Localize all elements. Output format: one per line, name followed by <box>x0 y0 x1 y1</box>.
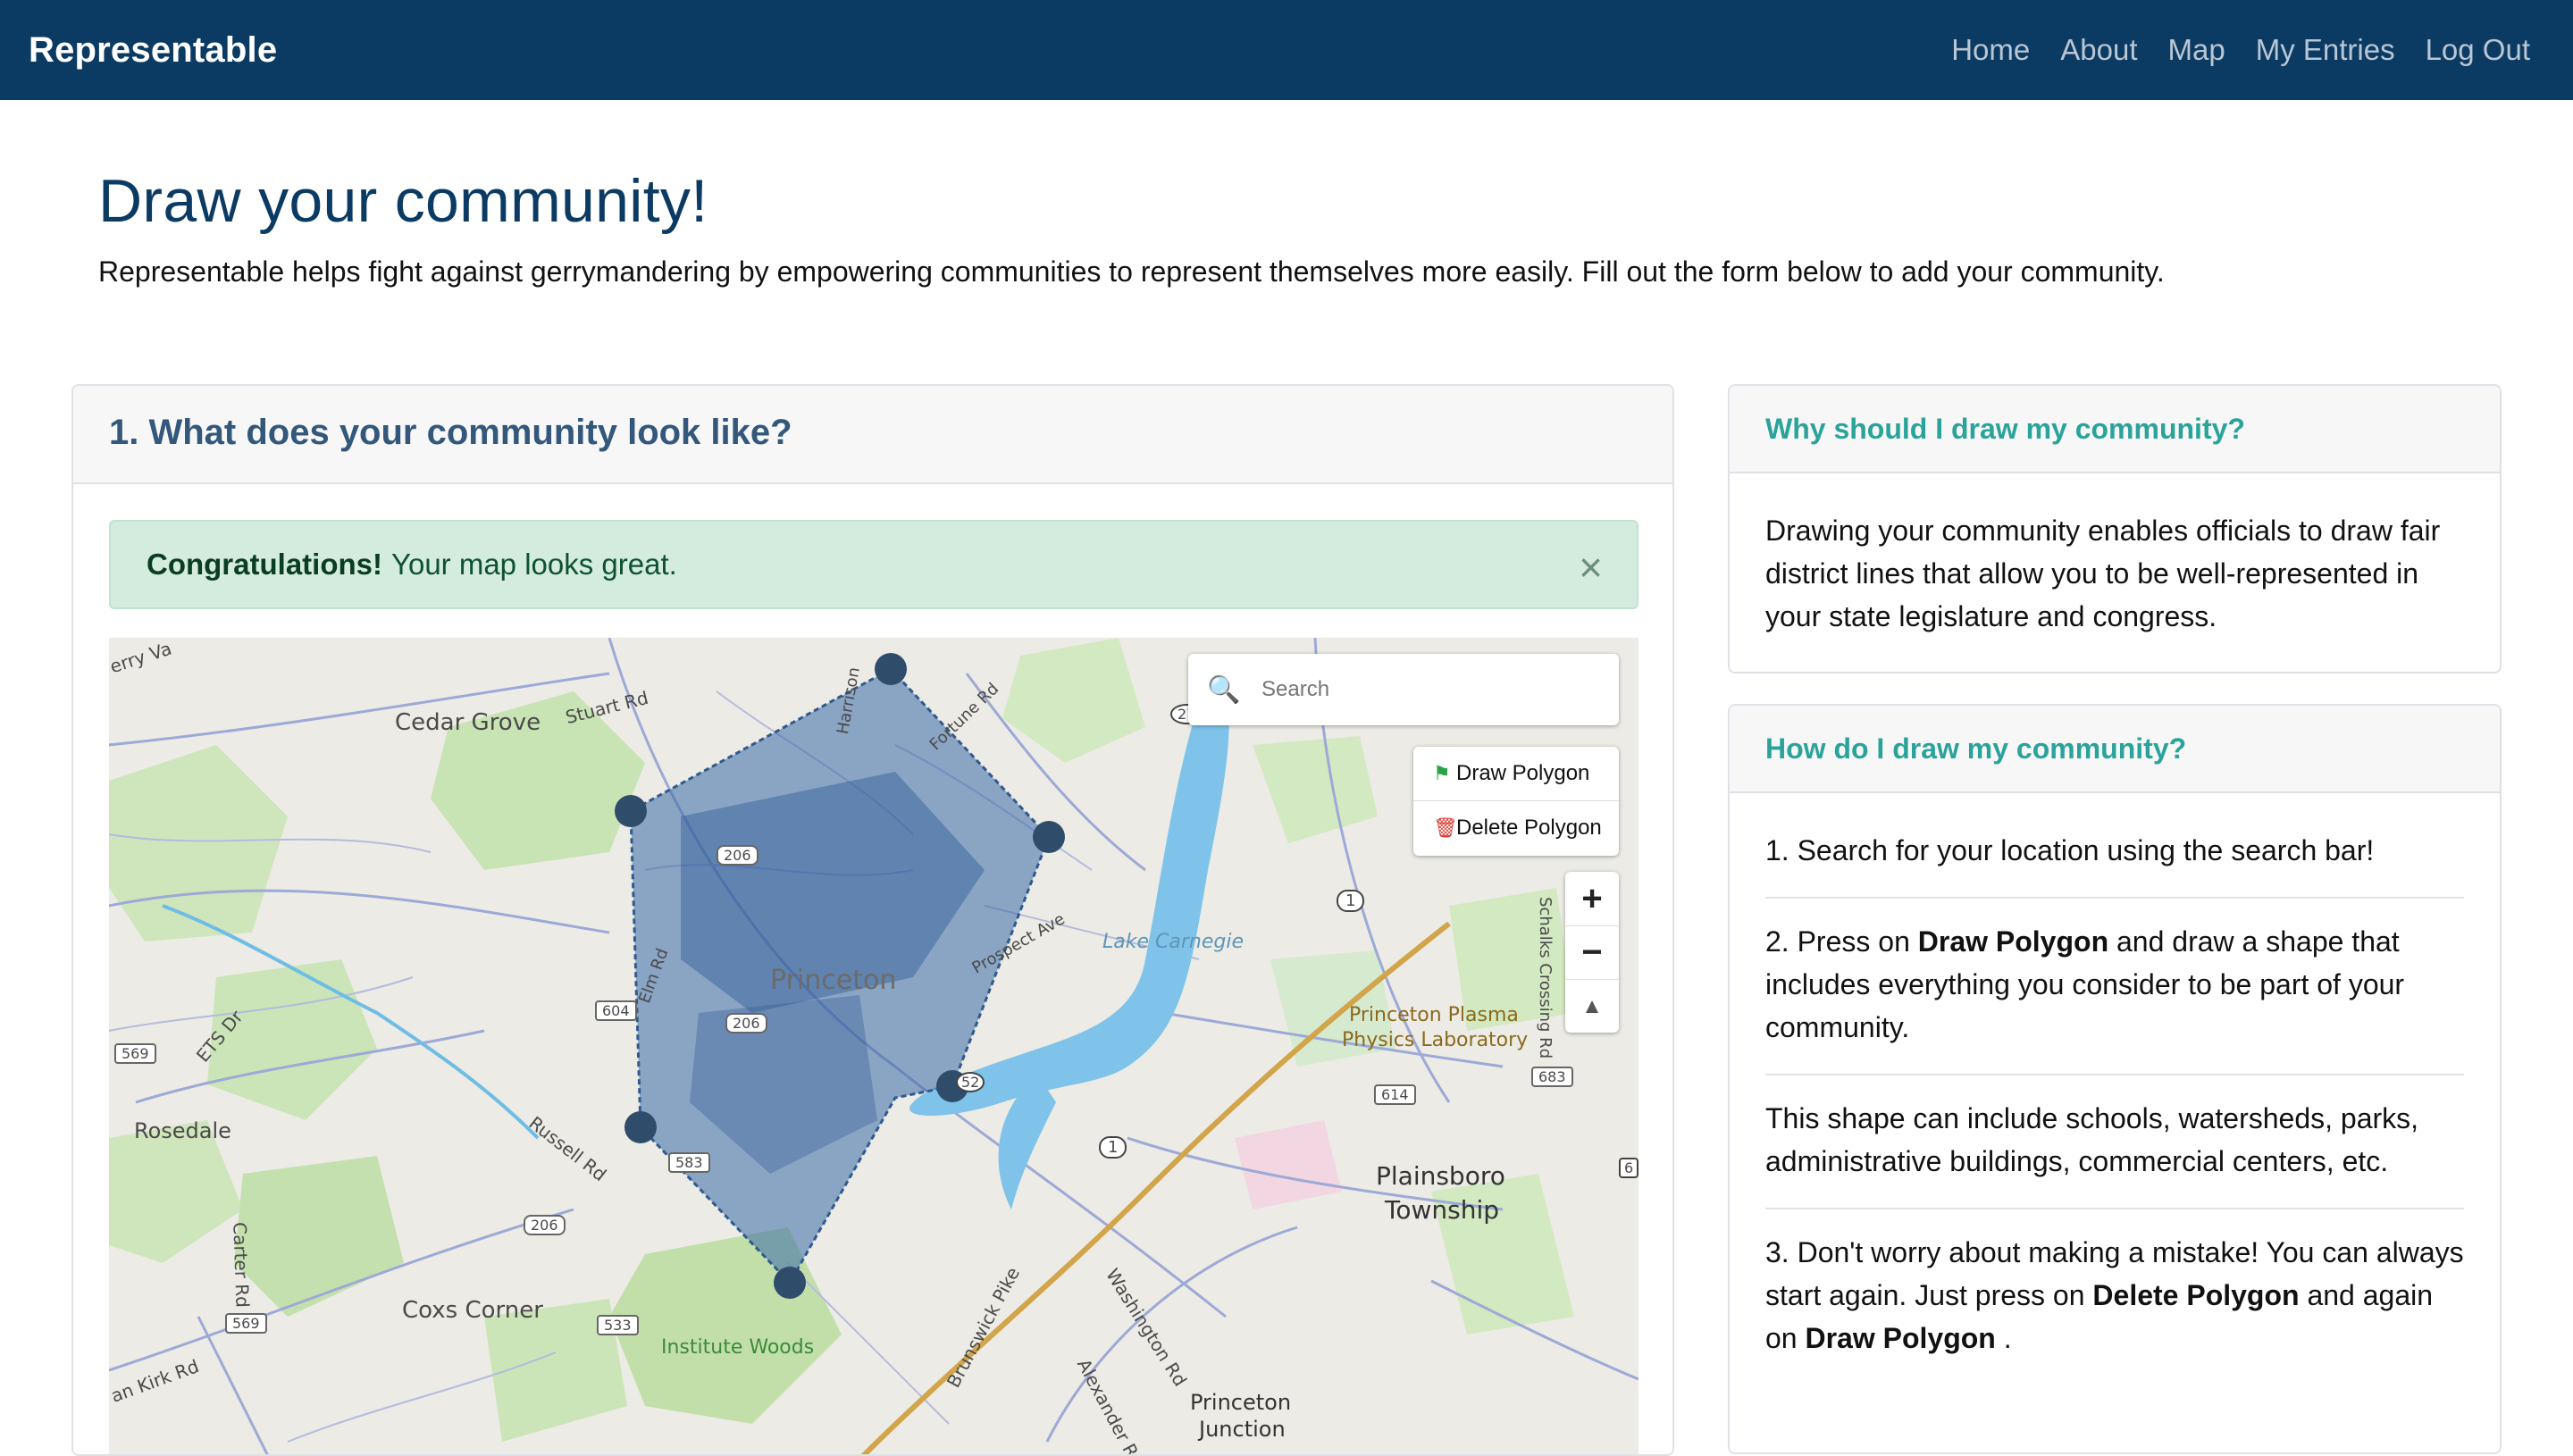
nav-my-entries-link[interactable]: My Entries <box>2256 33 2395 67</box>
route-shield-683: 683 <box>1531 1067 1573 1087</box>
map-label-plasma-lab-line1: Princeton Plasma <box>1349 1004 1519 1026</box>
route-shield-583: 583 <box>668 1152 710 1173</box>
route-shield-569: 569 <box>114 1043 156 1064</box>
why-draw-card-title: Why should I draw my community? <box>1765 412 2245 445</box>
draw-polygon-button[interactable]: ⚑ Draw Polygon <box>1413 747 1619 800</box>
step-2-draw-polygon-ref: Draw Polygon <box>1917 925 2109 958</box>
compass-icon[interactable]: ▲ <box>1565 979 1619 1033</box>
map-label-schalks-crossing-rd: Schalks Crossing Rd <box>1536 897 1555 1059</box>
map-label-cedar-grove: Cedar Grove <box>395 709 541 736</box>
route-shield-569: 569 <box>225 1313 267 1334</box>
map-label-rosedale: Rosedale <box>134 1118 231 1143</box>
how-draw-card-title: How do I draw my community? <box>1765 732 2187 765</box>
page-subtitle: Representable helps fight against gerrym… <box>98 255 2165 288</box>
route-shield-604: 604 <box>595 1000 637 1021</box>
success-alert: Congratulations! Your map looks great. × <box>109 520 1639 609</box>
step-2-text-a: 2. Press on <box>1765 925 1918 958</box>
community-map-card-title: 1. What does your community look like? <box>109 413 792 452</box>
step-3-text-e: . <box>1995 1322 2012 1354</box>
page-title: Draw your community! <box>98 167 708 235</box>
instruction-step-2: 2. Press on Draw Polygon and draw a shap… <box>1765 899 2464 1075</box>
zoom-in-button[interactable]: + <box>1565 872 1619 925</box>
alert-text: Your map looks great. <box>390 548 677 581</box>
step-1-text: 1. Search for your location using the se… <box>1765 834 2375 866</box>
route-shield-533: 533 <box>597 1315 639 1335</box>
top-navbar: Representable Home About Map My Entries … <box>0 0 2573 100</box>
route-shield-206: 206 <box>717 845 758 866</box>
community-map-card: 1. What does your community look like? C… <box>71 384 1674 1456</box>
draw-polygon-label: Draw Polygon <box>1456 761 1590 785</box>
map-label-lake-carnegie: Lake Carnegie <box>1102 931 1244 953</box>
alert-strong: Congratulations! <box>147 548 382 581</box>
map-label-plainsboro-line1: Plainsboro <box>1376 1161 1505 1191</box>
nav-links: Home About Map My Entries Log Out <box>1951 33 2530 67</box>
map-label-carter-rd: Carter Rd <box>229 1221 254 1309</box>
nav-map-link[interactable]: Map <box>2168 33 2225 67</box>
nav-log-out-link[interactable]: Log Out <box>2426 33 2530 67</box>
route-shield-us1: 1 <box>1337 890 1365 912</box>
how-draw-card-body: 1. Search for your location using the se… <box>1730 793 2500 1385</box>
step-3-draw-polygon-ref: Draw Polygon <box>1805 1322 1996 1354</box>
nav-about-link[interactable]: About <box>2060 33 2137 67</box>
map-label-institute-woods: Institute Woods <box>661 1336 815 1359</box>
step-3-delete-polygon-ref: Delete Polygon <box>2092 1279 2300 1311</box>
instruction-note: This shape can include schools, watershe… <box>1765 1075 2464 1209</box>
map-label-plasma-lab-line2: Physics Laboratory <box>1342 1029 1529 1051</box>
draw-controls: ⚑ Draw Polygon 🗑 Delete Polygon <box>1413 747 1619 856</box>
map-label-princeton: Princeton <box>770 965 897 996</box>
why-draw-card-body: Drawing your community enables officials… <box>1765 515 2441 632</box>
route-shield-edge: 6 <box>1619 1158 1639 1178</box>
nav-home-link[interactable]: Home <box>1951 33 2030 67</box>
community-map[interactable]: Cedar Grove Stuart Rd Princeton Rosedale… <box>109 638 1639 1454</box>
map-label-princeton-junction-line2: Junction <box>1199 1417 1286 1442</box>
flag-icon: ⚑ <box>1433 762 1451 784</box>
map-search-box: 🔍 <box>1188 654 1619 725</box>
route-shield-206: 206 <box>725 1013 767 1033</box>
alert-close-button[interactable]: × <box>1579 543 1603 591</box>
brand-logo[interactable]: Representable <box>29 30 277 71</box>
trash-icon: 🗑 <box>1433 816 1458 839</box>
map-label-plainsboro-line2: Township <box>1385 1195 1500 1225</box>
zoom-controls: + − ▲ <box>1565 872 1619 1033</box>
route-shield-206: 206 <box>524 1215 566 1235</box>
delete-polygon-button[interactable]: 🗑 Delete Polygon <box>1413 800 1619 854</box>
map-label-princeton-junction-line1: Princeton <box>1190 1390 1292 1415</box>
delete-polygon-label: Delete Polygon <box>1456 815 1602 840</box>
community-map-card-header: 1. What does your community look like? <box>73 386 1672 484</box>
route-shield-614: 614 <box>1374 1084 1416 1105</box>
instruction-step-3: 3. Don't worry about making a mistake! Y… <box>1765 1209 2464 1385</box>
why-draw-card: Why should I draw my community? Drawing … <box>1728 384 2502 674</box>
search-icon: 🔍 <box>1207 674 1241 705</box>
how-draw-card-header: How do I draw my community? <box>1730 706 2500 793</box>
why-draw-card-header: Why should I draw my community? <box>1730 386 2500 473</box>
how-draw-card: How do I draw my community? 1. Search fo… <box>1728 704 2502 1454</box>
zoom-out-button[interactable]: − <box>1565 925 1619 979</box>
instruction-step-1: 1. Search for your location using the se… <box>1765 829 2464 899</box>
map-label-coxs-corner: Coxs Corner <box>402 1297 543 1324</box>
map-search-input[interactable] <box>1260 676 1603 703</box>
route-shield-us1: 1 <box>1099 1136 1127 1159</box>
note-text: This shape can include schools, watershe… <box>1765 1102 2419 1177</box>
